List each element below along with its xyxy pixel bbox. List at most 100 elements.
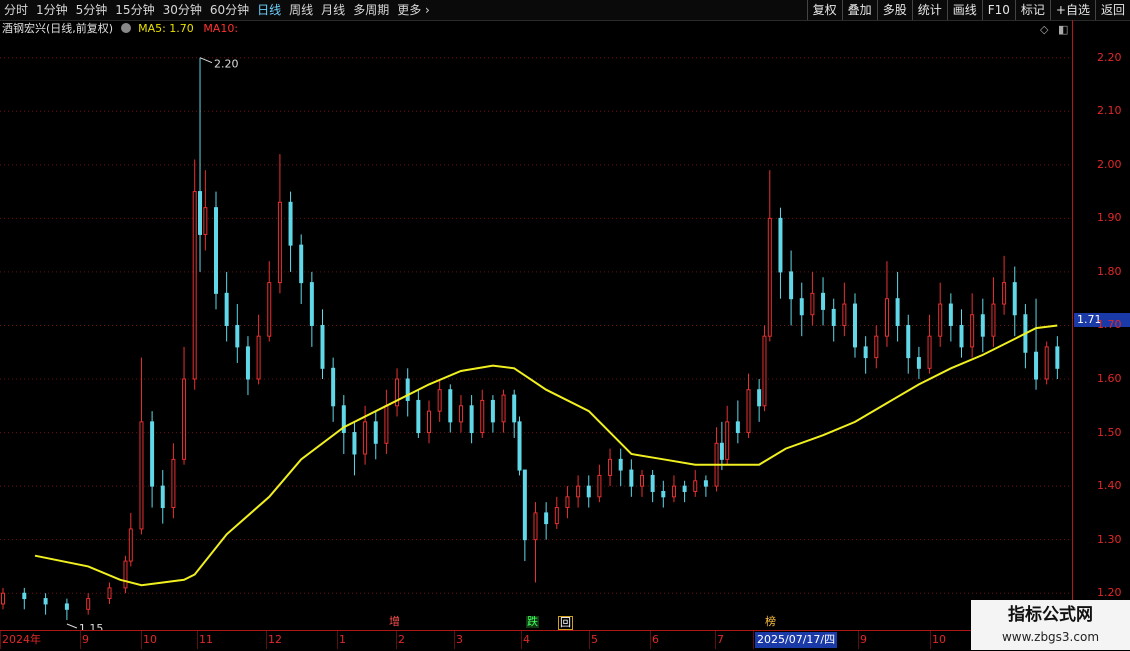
date-label-14: 10	[932, 633, 946, 646]
period-tab-0[interactable]: 分时	[0, 0, 32, 20]
period-tab-10[interactable]: 更多 ›	[393, 0, 434, 20]
price-label-8: 1.40	[1097, 479, 1122, 493]
period-tab-9[interactable]: 多周期	[349, 0, 393, 20]
price-label-0: 2.20	[1097, 50, 1122, 64]
candle-body	[895, 298, 900, 326]
candle-body	[778, 217, 783, 273]
candle-body	[86, 598, 91, 610]
candle-body	[821, 292, 826, 310]
candle-body	[1, 592, 5, 605]
date-tick	[141, 631, 142, 649]
toolbar-button-8[interactable]: 返回	[1094, 0, 1130, 20]
candle-body	[576, 485, 581, 498]
date-label-11: 7	[717, 633, 724, 646]
settings-icon[interactable]	[120, 23, 131, 33]
period-tab-6[interactable]: 日线	[253, 0, 285, 20]
candle-body	[1012, 282, 1017, 316]
price-axis: 1.71 2.20 2.10 2.00 1.90 1.80 1.70 1.60 1.50 1.4…	[1072, 20, 1130, 630]
diamond-icon[interactable]: ◇	[1040, 23, 1048, 36]
price-label-10: 1.20	[1097, 586, 1122, 600]
candle-body	[171, 458, 176, 509]
date-axis: 2024年 9 10 11 12 1 2 3 4 5 6 7 2025/07/17/四 9 10	[0, 630, 1072, 651]
toolbar-button-0[interactable]: 复权	[806, 0, 842, 20]
period-tab-8[interactable]: 月线	[317, 0, 349, 20]
panel-toggle-icon[interactable]: ◧	[1058, 23, 1068, 36]
candle-body	[661, 490, 666, 498]
marker-zeng[interactable]: 增	[388, 616, 401, 628]
toolbar-right-buttons: 复权 叠加 多股 统计 画线 F10 标记 +自选 返回	[806, 0, 1130, 20]
candle-body	[650, 474, 655, 492]
date-label-1: 9	[82, 633, 89, 646]
stock-title: 酒钢宏兴(日线,前复权)	[2, 22, 114, 35]
date-label-2: 10	[143, 633, 157, 646]
candle-body	[554, 507, 559, 525]
period-tab-3[interactable]: 15分钟	[111, 0, 158, 20]
date-label-5: 1	[339, 633, 346, 646]
candle-body	[437, 389, 442, 412]
candle-body	[267, 282, 272, 337]
toolbar-button-3[interactable]: 统计	[911, 0, 947, 20]
date-tick	[454, 631, 455, 649]
period-tab-7[interactable]: 周线	[285, 0, 317, 20]
kline-chart[interactable]: 2.20 1.15	[0, 37, 1072, 630]
candle-body	[1044, 346, 1049, 380]
candle-body	[597, 474, 602, 498]
candle-body	[746, 389, 751, 434]
indicator-info: 酒钢宏兴(日线,前复权) MA5: 1.70 MA10:	[2, 21, 238, 37]
marker-bang[interactable]: 榜	[764, 616, 777, 628]
candle-body	[863, 346, 868, 359]
candle-body	[671, 485, 676, 498]
price-label-7: 1.50	[1097, 425, 1122, 439]
toolbar-button-6[interactable]: 标记	[1014, 0, 1050, 20]
candle-body	[458, 405, 463, 423]
marker-hui[interactable]: 回	[558, 616, 573, 630]
candle-body	[629, 469, 634, 487]
marker-die[interactable]: 跌	[526, 616, 539, 628]
toolbar-button-2[interactable]: 多股	[876, 0, 912, 20]
candle-body	[884, 298, 889, 337]
candle-body	[277, 201, 282, 284]
low-arrow	[66, 623, 78, 629]
candle-body	[245, 346, 250, 380]
price-label-4: 1.80	[1097, 264, 1122, 278]
candle-body	[927, 335, 932, 369]
candle-body	[512, 394, 517, 423]
watermark: 指标公式网 www.zbgs3.com	[971, 600, 1130, 650]
price-label-3: 1.90	[1097, 211, 1122, 225]
toolbar-button-5[interactable]: F10	[981, 0, 1015, 20]
date-tick	[715, 631, 716, 649]
candle-body	[214, 207, 218, 294]
date-label-7: 3	[456, 633, 463, 646]
candle-body	[331, 367, 336, 407]
candle-body	[469, 405, 474, 434]
candle-body	[1002, 282, 1007, 305]
candle-body	[959, 324, 964, 348]
candle-body	[517, 421, 522, 471]
ma-line	[34, 324, 1058, 587]
candle-body	[789, 271, 794, 300]
candle-body	[139, 421, 144, 530]
candle-body	[490, 399, 495, 423]
candle-body	[608, 458, 613, 476]
period-tab-4[interactable]: 30分钟	[159, 0, 206, 20]
ma10-value: MA10:	[203, 22, 239, 35]
date-label-3: 11	[199, 633, 213, 646]
period-tab-2[interactable]: 5分钟	[72, 0, 112, 20]
toolbar-button-4[interactable]: 画线	[946, 0, 982, 20]
candle-body	[640, 474, 644, 487]
date-tick	[930, 631, 931, 649]
low-annotation: 1.15	[79, 622, 104, 630]
candle-body	[735, 421, 740, 434]
toolbar-button-7[interactable]: +自选	[1049, 0, 1095, 20]
period-tab-1[interactable]: 1分钟	[32, 0, 72, 20]
candle-body	[544, 512, 549, 525]
candle-body	[533, 512, 538, 541]
period-tab-5[interactable]: 60分钟	[206, 0, 253, 20]
candle-body	[719, 442, 724, 460]
toolbar-button-1[interactable]: 叠加	[841, 0, 877, 20]
candle-body	[192, 191, 197, 380]
candle-body	[198, 191, 203, 235]
candle-body	[501, 394, 506, 423]
candle-body	[853, 303, 857, 348]
period-tabs: 分时 1分钟 5分钟 15分钟 30分钟 60分钟 日线 周线 月线 多周期 更多 ›	[0, 0, 434, 20]
